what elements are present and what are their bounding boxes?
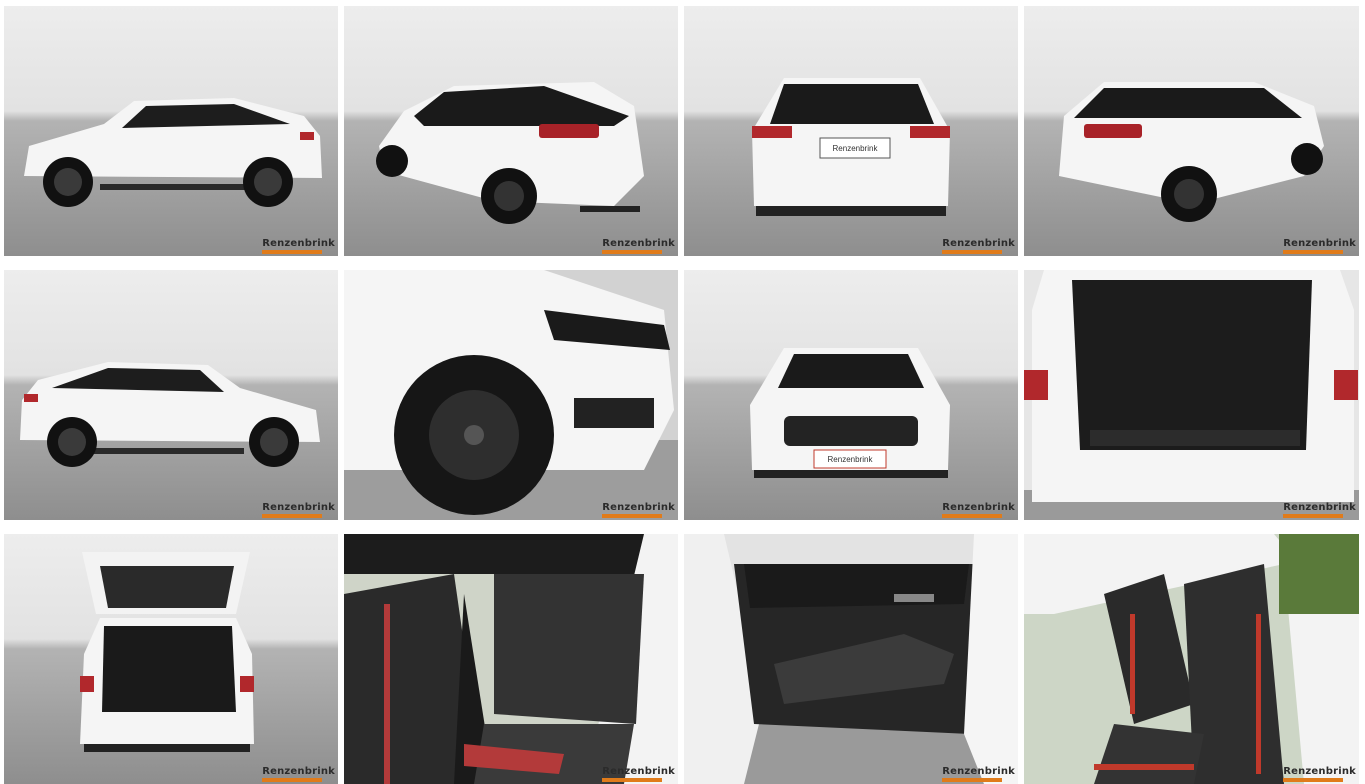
gallery-image-rear-three-quarter-right[interactable]: Renzenbrink bbox=[1024, 6, 1359, 256]
gallery-image-front-wheel-detail[interactable]: Renzenbrink bbox=[344, 270, 678, 520]
gallery-image-side-right[interactable]: Renzenbrink bbox=[4, 270, 338, 520]
dealer-logo: Renzenbrink bbox=[942, 503, 1015, 518]
car-side-right-photo bbox=[4, 270, 338, 520]
gallery-image-rear-seats[interactable]: Renzenbrink bbox=[344, 534, 678, 784]
dealer-logo-text: Renzenbrink bbox=[602, 238, 675, 249]
rear-plate-text: Renzenbrink bbox=[833, 144, 879, 153]
front-wheel-detail-photo bbox=[344, 270, 678, 520]
car-rear-quarter-right-photo bbox=[1024, 6, 1359, 256]
dealer-logo: Renzenbrink bbox=[262, 503, 335, 518]
car-rear-photo: Renzenbrink bbox=[684, 6, 1018, 256]
front-plate-text: Renzenbrink bbox=[828, 455, 874, 464]
dealer-logo: Renzenbrink bbox=[602, 239, 675, 254]
tailgate-open-photo bbox=[4, 534, 338, 784]
dealer-logo: Renzenbrink bbox=[942, 239, 1015, 254]
dealer-logo-text: Renzenbrink bbox=[1283, 502, 1356, 513]
dealer-logo-text: Renzenbrink bbox=[602, 502, 675, 513]
gallery-image-tailgate-open[interactable]: Renzenbrink bbox=[4, 534, 338, 784]
dealer-logo: Renzenbrink bbox=[262, 239, 335, 254]
gallery-image-door-panel[interactable]: Renzenbrink bbox=[684, 534, 1018, 784]
dealer-logo-text: Renzenbrink bbox=[942, 502, 1015, 513]
dealer-logo-text: Renzenbrink bbox=[602, 766, 675, 777]
front-seats-photo bbox=[1024, 534, 1359, 784]
door-panel-photo bbox=[684, 534, 1018, 784]
gallery-image-rear-three-quarter-left[interactable]: Renzenbrink bbox=[344, 6, 678, 256]
dealer-logo-text: Renzenbrink bbox=[1283, 766, 1356, 777]
car-rear-quarter-left-photo bbox=[344, 6, 678, 256]
car-front-photo: Renzenbrink bbox=[684, 270, 1018, 520]
gallery-image-trunk-open[interactable]: Renzenbrink bbox=[1024, 270, 1359, 520]
car-side-left-photo bbox=[4, 6, 338, 256]
dealer-logo-text: Renzenbrink bbox=[1283, 238, 1356, 249]
photo-gallery: Renzenbrink Renzenbrink Renzenbrink Renz… bbox=[4, 6, 1359, 784]
gallery-image-rear[interactable]: Renzenbrink Renzenbrink bbox=[684, 6, 1018, 256]
dealer-logo-text: Renzenbrink bbox=[942, 238, 1015, 249]
gallery-image-side-left[interactable]: Renzenbrink bbox=[4, 6, 338, 256]
gallery-image-front-seats[interactable]: Renzenbrink bbox=[1024, 534, 1359, 784]
dealer-logo: Renzenbrink bbox=[1283, 239, 1356, 254]
gallery-image-front[interactable]: Renzenbrink Renzenbrink bbox=[684, 270, 1018, 520]
rear-seats-photo bbox=[344, 534, 678, 784]
dealer-logo: Renzenbrink bbox=[1283, 503, 1356, 518]
open-trunk-photo bbox=[1024, 270, 1359, 520]
dealer-logo: Renzenbrink bbox=[602, 503, 675, 518]
dealer-logo-text: Renzenbrink bbox=[262, 238, 335, 249]
dealer-logo-text: Renzenbrink bbox=[942, 766, 1015, 777]
dealer-logo-text: Renzenbrink bbox=[262, 766, 335, 777]
dealer-logo-text: Renzenbrink bbox=[262, 502, 335, 513]
